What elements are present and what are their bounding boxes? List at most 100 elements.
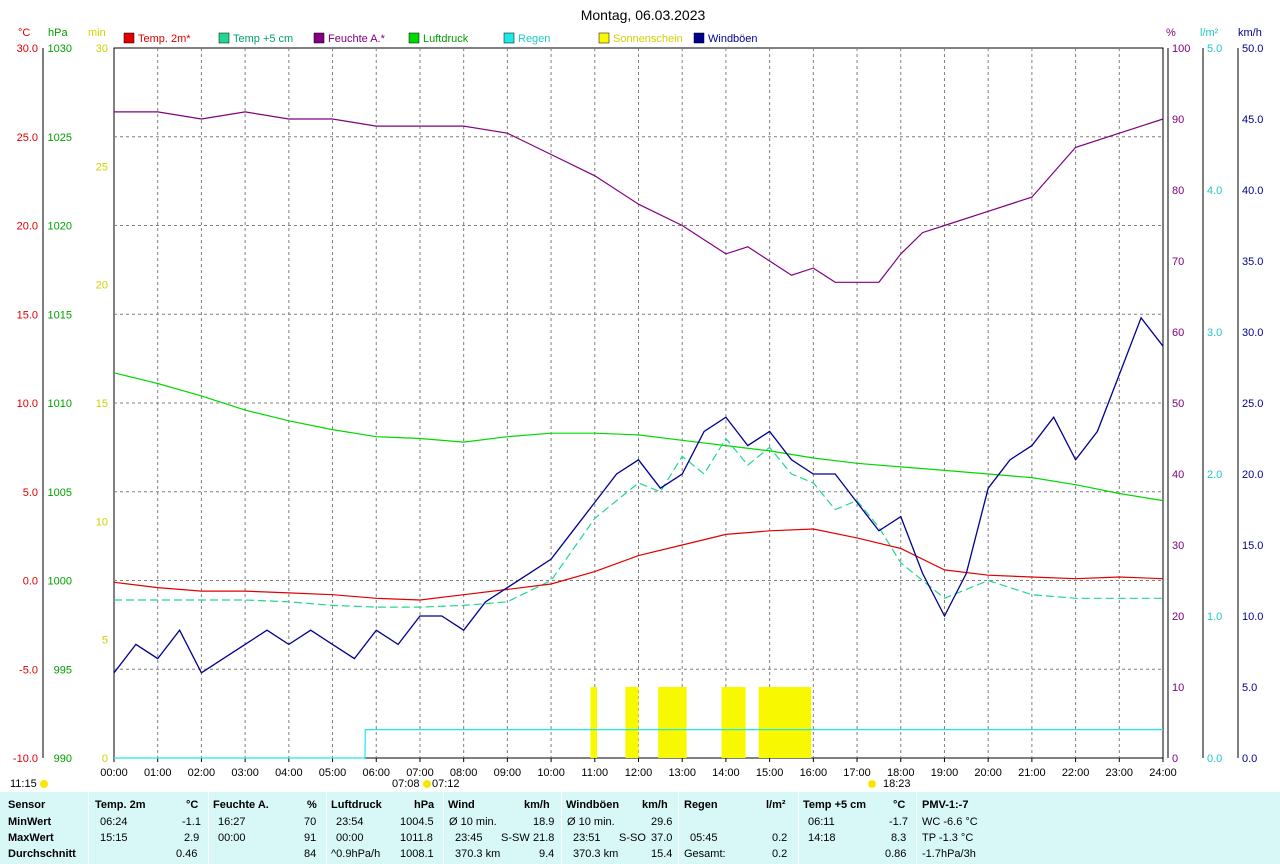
x-tick-label: 16:00 bbox=[800, 767, 828, 779]
humidity-tick-label: 60 bbox=[1172, 327, 1184, 339]
stats-table: Sensor MinWert MaxWert Durchschnitt Temp… bbox=[0, 792, 1280, 864]
legend-swatch bbox=[313, 32, 325, 44]
col-wind-max-dir: S-SW bbox=[501, 832, 530, 844]
col-humidity-name: Feuchte A. bbox=[213, 799, 269, 811]
x-tick-label: 22:00 bbox=[1062, 767, 1090, 779]
col-pressure-name: Luftdruck bbox=[331, 799, 382, 811]
wind-tick-label: 30.0 bbox=[1242, 327, 1263, 339]
col-humidity-max: 91 bbox=[304, 832, 317, 844]
col-pmv-tp: TP -1.3 °C bbox=[922, 832, 974, 844]
rain-tick-label: 3.0 bbox=[1207, 327, 1222, 339]
col-wind-max: 21.8 bbox=[533, 832, 555, 844]
pressure-unit: hPa bbox=[48, 27, 68, 39]
moon-label: 18:23 bbox=[883, 778, 911, 790]
sun-tick-label: 25 bbox=[96, 161, 108, 173]
sunrise-label: 07:08 bbox=[392, 778, 420, 790]
col-rain-unit: l/m² bbox=[766, 799, 786, 811]
legend-swatch bbox=[503, 32, 515, 44]
legend-swatch bbox=[408, 32, 420, 44]
x-tick-label: 02:00 bbox=[188, 767, 216, 779]
temp-tick-label: 25.0 bbox=[17, 132, 38, 144]
temp-tick-label: 0.0 bbox=[23, 576, 38, 588]
wind-tick-label: 10.0 bbox=[1242, 611, 1263, 623]
col-temp2m-min-time: 06:24 bbox=[100, 816, 128, 828]
x-tick-label: 15:00 bbox=[756, 767, 784, 779]
wind-tick-label: 45.0 bbox=[1242, 114, 1263, 126]
wind-tick-label: 50.0 bbox=[1242, 43, 1263, 55]
x-tick-label: 05:00 bbox=[319, 767, 347, 779]
col-temp5cm-min-time: 06:11 bbox=[808, 816, 835, 828]
col-rain-total: 0.2 bbox=[772, 848, 788, 860]
legend-label: Temp. 2m* bbox=[138, 33, 191, 45]
x-tick-label: 03:00 bbox=[231, 767, 259, 779]
col-temp2m-avg: 0.46 bbox=[176, 848, 198, 860]
col-pressure-avg: 1008.1 bbox=[400, 848, 434, 860]
col-pressure-trend: ^0.9hPa/h bbox=[331, 848, 381, 860]
col-humidity-avg: 84 bbox=[304, 848, 317, 860]
col-humidity-min: 70 bbox=[304, 816, 317, 828]
x-tick-label: 24:00 bbox=[1149, 767, 1177, 779]
col-temp2m-unit: °C bbox=[186, 799, 199, 811]
legend-swatch bbox=[123, 32, 135, 44]
sunshine-bar bbox=[625, 687, 639, 758]
legend-label: Temp +5 cm bbox=[233, 33, 293, 45]
col-temp2m-max: 2.9 bbox=[184, 832, 200, 844]
col-gust-avg10: 29.6 bbox=[651, 816, 673, 828]
sun-tick-label: 30 bbox=[96, 43, 108, 55]
temp-tick-label: -10.0 bbox=[13, 753, 38, 765]
sun-tick-label: 15 bbox=[96, 398, 108, 410]
wind-tick-label: 40.0 bbox=[1242, 185, 1263, 197]
humidity-tick-label: 0 bbox=[1172, 753, 1178, 765]
humidity-tick-label: 40 bbox=[1172, 469, 1184, 481]
sun-tick-label: 20 bbox=[96, 280, 108, 292]
x-tick-label: 11:00 bbox=[581, 767, 608, 779]
col-pressure-max: 1011.8 bbox=[400, 832, 433, 844]
pressure-tick-label: 1030 bbox=[48, 43, 72, 55]
wind-unit: km/h bbox=[1238, 27, 1262, 39]
col-gust-avg10-label: Ø 10 min. bbox=[567, 816, 615, 828]
x-tick-label: 09:00 bbox=[494, 767, 522, 779]
legend-swatch bbox=[693, 32, 705, 44]
pressure-tick-label: 1010 bbox=[48, 398, 72, 410]
temp-unit: °C bbox=[18, 27, 30, 39]
chart-background bbox=[0, 0, 1280, 792]
humidity-tick-label: 20 bbox=[1172, 611, 1184, 623]
col-gust-name: Windböen bbox=[566, 799, 620, 811]
col-rain-max: 0.2 bbox=[772, 832, 788, 844]
col-gust-distance: 370.3 km bbox=[573, 848, 619, 860]
wind-tick-label: 5.0 bbox=[1242, 682, 1257, 694]
x-tick-label: 23:00 bbox=[1106, 767, 1134, 779]
col-wind-avg: 9.4 bbox=[539, 848, 555, 860]
legend-swatch bbox=[598, 32, 610, 44]
pressure-tick-label: 995 bbox=[54, 664, 72, 676]
temp-tick-label: 15.0 bbox=[17, 309, 38, 321]
rain-tick-label: 4.0 bbox=[1207, 185, 1222, 197]
row-label-min: MinWert bbox=[8, 816, 52, 828]
col-temp5cm-max: 8.3 bbox=[891, 832, 907, 844]
col-temp2m-max-time: 15:15 bbox=[100, 832, 128, 844]
pressure-tick-label: 1005 bbox=[48, 487, 72, 499]
col-pmv-trend: -1.7hPa/3h bbox=[922, 848, 976, 860]
pressure-tick-label: 1025 bbox=[48, 132, 72, 144]
pressure-tick-label: 1015 bbox=[48, 309, 72, 321]
col-humidity-max-time: 00:00 bbox=[218, 832, 246, 844]
wind-tick-label: 25.0 bbox=[1242, 398, 1263, 410]
legend-label: Windböen bbox=[708, 33, 758, 45]
sun-unit: min bbox=[88, 27, 106, 39]
col-gust-unit: km/h bbox=[642, 799, 668, 811]
col-pressure-min-time: 23:54 bbox=[336, 816, 364, 828]
legend-label: Luftdruck bbox=[423, 33, 469, 45]
col-pressure-unit: hPa bbox=[414, 799, 435, 811]
col-temp5cm-min: -1.7 bbox=[889, 816, 908, 828]
x-tick-label: 17:00 bbox=[843, 767, 871, 779]
rain-unit: l/m² bbox=[1200, 27, 1219, 39]
legend-label: Sonnenschein bbox=[613, 33, 683, 45]
sunshine-bar bbox=[758, 687, 812, 758]
time-label: 11:15 bbox=[10, 778, 37, 790]
x-tick-label: 14:00 bbox=[712, 767, 740, 779]
x-tick-label: 20:00 bbox=[974, 767, 1002, 779]
legend-label: Feuchte A.* bbox=[328, 33, 386, 45]
col-pressure-min: 1004.5 bbox=[400, 816, 434, 828]
humidity-tick-label: 10 bbox=[1172, 682, 1184, 694]
wind-tick-label: 20.0 bbox=[1242, 469, 1263, 481]
